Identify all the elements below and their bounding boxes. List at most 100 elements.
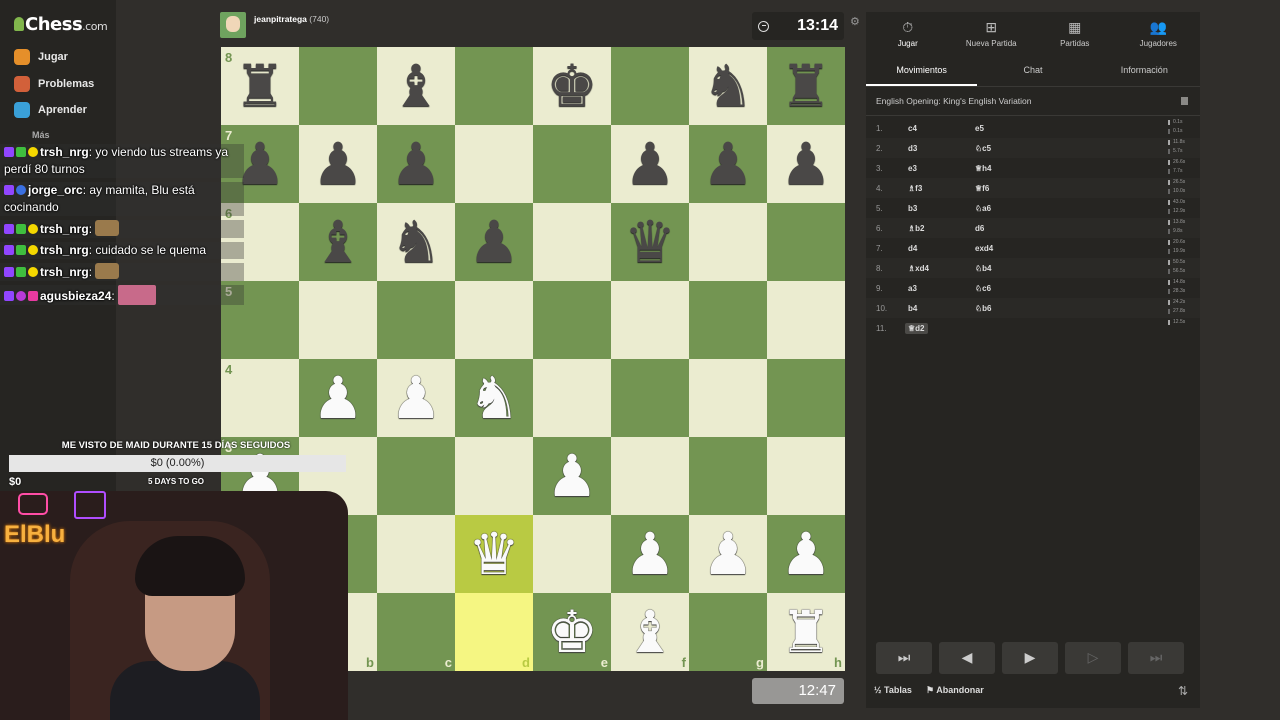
chess-logo[interactable]: Chess.com bbox=[14, 14, 108, 35]
square-e6[interactable] bbox=[533, 203, 611, 281]
draw-button[interactable]: ½ Tablas bbox=[874, 685, 912, 695]
black-pawn-piece[interactable]: ♟ bbox=[767, 125, 845, 203]
square-f2[interactable]: ♟ bbox=[611, 515, 689, 593]
square-b8[interactable] bbox=[299, 47, 377, 125]
tab-jugar[interactable]: ⏱ Jugar bbox=[866, 12, 950, 54]
square-f1[interactable]: f ♝ bbox=[611, 593, 689, 671]
white-knight-piece[interactable]: ♞ bbox=[455, 359, 533, 437]
square-g8[interactable]: ♞ bbox=[689, 47, 767, 125]
white-pawn-piece[interactable]: ♟ bbox=[689, 515, 767, 593]
square-h3[interactable] bbox=[767, 437, 845, 515]
square-d1[interactable]: d bbox=[455, 593, 533, 671]
next-move-button[interactable]: ▷ bbox=[1065, 642, 1121, 674]
white-queen-piece[interactable]: ♛ bbox=[455, 515, 533, 593]
tab-chat[interactable]: Chat bbox=[977, 54, 1088, 86]
black-pawn-piece[interactable]: ♟ bbox=[377, 125, 455, 203]
black-move[interactable]: d6 bbox=[975, 224, 984, 233]
nav-item-problemas[interactable]: Problemas bbox=[14, 76, 94, 92]
white-move[interactable]: d4 bbox=[908, 244, 917, 253]
white-move[interactable]: ♗b2 bbox=[908, 224, 925, 233]
black-move[interactable]: ♘b6 bbox=[975, 304, 992, 313]
tab-nueva-partida[interactable]: ⊞ Nueva Partida bbox=[950, 12, 1034, 54]
square-c7[interactable]: ♟ bbox=[377, 125, 455, 203]
black-rook-piece[interactable]: ♜ bbox=[221, 47, 299, 125]
black-rook-piece[interactable]: ♜ bbox=[767, 47, 845, 125]
trash-icon[interactable] bbox=[1181, 97, 1188, 105]
square-f5[interactable] bbox=[611, 281, 689, 359]
black-pawn-piece[interactable]: ♟ bbox=[689, 125, 767, 203]
square-g1[interactable]: g bbox=[689, 593, 767, 671]
white-move[interactable]: b3 bbox=[908, 204, 917, 213]
play-button[interactable]: ▶ bbox=[1002, 642, 1058, 674]
last-move-button[interactable]: ⏭ bbox=[1128, 642, 1184, 674]
square-c1[interactable]: c bbox=[377, 593, 455, 671]
white-pawn-piece[interactable]: ♟ bbox=[299, 359, 377, 437]
black-move[interactable]: e5 bbox=[975, 124, 984, 133]
square-f4[interactable] bbox=[611, 359, 689, 437]
square-e5[interactable] bbox=[533, 281, 611, 359]
square-e3[interactable]: ♟ bbox=[533, 437, 611, 515]
gear-icon[interactable]: ⚙ bbox=[850, 15, 860, 28]
prev-move-button[interactable]: ◀ bbox=[939, 642, 995, 674]
black-king-piece[interactable]: ♚ bbox=[533, 47, 611, 125]
square-g7[interactable]: ♟ bbox=[689, 125, 767, 203]
first-move-button[interactable]: ⏭ bbox=[876, 642, 932, 674]
black-move[interactable]: ♕f6 bbox=[975, 184, 989, 193]
black-knight-piece[interactable]: ♞ bbox=[689, 47, 767, 125]
white-pawn-piece[interactable]: ♟ bbox=[767, 515, 845, 593]
black-move[interactable]: ♘c5 bbox=[975, 144, 991, 153]
square-e2[interactable] bbox=[533, 515, 611, 593]
white-rook-piece[interactable]: ♜ bbox=[767, 593, 845, 671]
white-move[interactable]: d3 bbox=[908, 144, 917, 153]
square-e7[interactable] bbox=[533, 125, 611, 203]
square-d5[interactable] bbox=[455, 281, 533, 359]
square-g2[interactable]: ♟ bbox=[689, 515, 767, 593]
black-move[interactable]: exd4 bbox=[975, 244, 993, 253]
black-move[interactable]: ♘b4 bbox=[975, 264, 992, 273]
black-move[interactable]: ♘a6 bbox=[975, 204, 991, 213]
square-b7[interactable]: ♟ bbox=[299, 125, 377, 203]
white-king-piece[interactable]: ♚ bbox=[533, 593, 611, 671]
resign-button[interactable]: ⚑ Abandonar bbox=[926, 685, 984, 696]
nav-item-jugar[interactable]: Jugar bbox=[14, 49, 68, 65]
avatar[interactable] bbox=[220, 12, 246, 38]
square-g3[interactable] bbox=[689, 437, 767, 515]
square-d2[interactable]: ♛ bbox=[455, 515, 533, 593]
black-move[interactable]: ♘c6 bbox=[975, 284, 991, 293]
square-d4[interactable]: ♞ bbox=[455, 359, 533, 437]
square-h5[interactable] bbox=[767, 281, 845, 359]
nav-item-mas[interactable]: Más bbox=[14, 130, 50, 140]
square-f7[interactable]: ♟ bbox=[611, 125, 689, 203]
black-bishop-piece[interactable]: ♝ bbox=[299, 203, 377, 281]
player-name[interactable]: jeanpitratega bbox=[254, 14, 307, 24]
white-move[interactable]: b4 bbox=[908, 304, 917, 313]
square-h8[interactable]: ♜ bbox=[767, 47, 845, 125]
black-knight-piece[interactable]: ♞ bbox=[377, 203, 455, 281]
tab-jugadores[interactable]: 👥 Jugadores bbox=[1117, 12, 1201, 54]
square-c8[interactable]: ♝ bbox=[377, 47, 455, 125]
white-pawn-piece[interactable]: ♟ bbox=[611, 515, 689, 593]
square-f6[interactable]: ♛ bbox=[611, 203, 689, 281]
white-move[interactable]: e3 bbox=[908, 164, 917, 173]
square-e8[interactable]: ♚ bbox=[533, 47, 611, 125]
white-pawn-piece[interactable]: ♟ bbox=[377, 359, 455, 437]
white-move[interactable]: c4 bbox=[908, 124, 917, 133]
square-g5[interactable] bbox=[689, 281, 767, 359]
square-d3[interactable] bbox=[455, 437, 533, 515]
square-h6[interactable] bbox=[767, 203, 845, 281]
nav-item-aprender[interactable]: Aprender bbox=[14, 102, 87, 118]
square-f3[interactable] bbox=[611, 437, 689, 515]
square-e4[interactable] bbox=[533, 359, 611, 437]
tab-movimientos[interactable]: Movimientos bbox=[866, 54, 978, 86]
square-c2[interactable] bbox=[377, 515, 455, 593]
square-b5[interactable] bbox=[299, 281, 377, 359]
white-bishop-piece[interactable]: ♝ bbox=[611, 593, 689, 671]
square-h2[interactable]: ♟ bbox=[767, 515, 845, 593]
white-move[interactable]: ♕d2 bbox=[905, 323, 928, 334]
square-b6[interactable]: ♝ bbox=[299, 203, 377, 281]
square-d6[interactable]: ♟ bbox=[455, 203, 533, 281]
black-queen-piece[interactable]: ♛ bbox=[611, 203, 689, 281]
white-move[interactable]: ♗f3 bbox=[908, 184, 922, 193]
tab-partidas[interactable]: ▦ Partidas bbox=[1033, 12, 1117, 54]
square-g4[interactable] bbox=[689, 359, 767, 437]
